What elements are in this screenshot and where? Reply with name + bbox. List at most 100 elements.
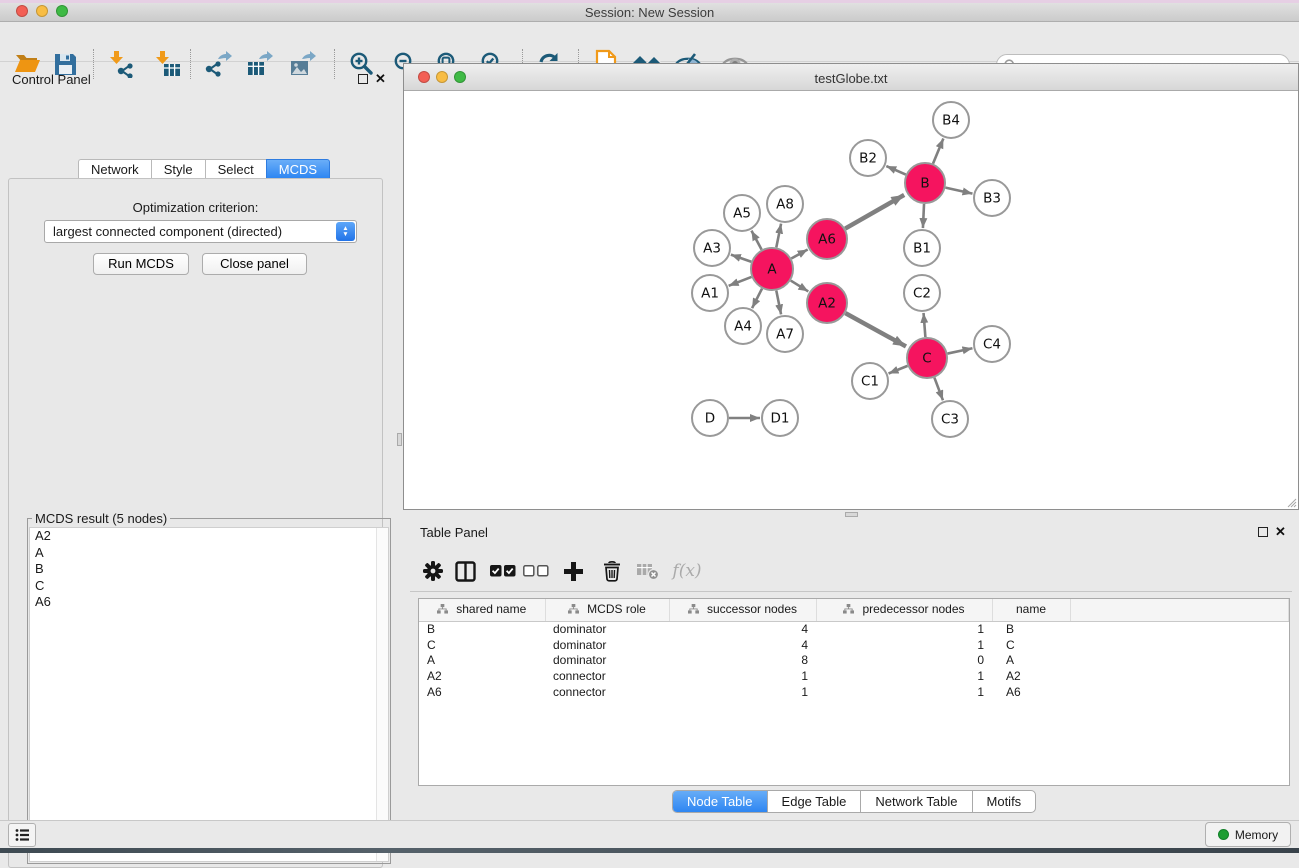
graph-node-label: B	[920, 176, 929, 192]
graph-edge-B-B1[interactable]	[923, 204, 924, 228]
resize-grip-icon[interactable]	[1285, 496, 1297, 508]
close-panel-icon[interactable]: ✕	[1275, 527, 1286, 537]
column-header-name[interactable]: name	[992, 599, 1070, 621]
graph-edge-B-B4[interactable]	[933, 138, 943, 163]
add-icon[interactable]	[558, 556, 588, 586]
mcds-result-group: MCDS result (5 nodes) A2ABCA6	[27, 518, 391, 864]
criterion-select[interactable]: largest connected component (directed) ▲…	[44, 220, 357, 243]
graph-edge-A-A3[interactable]	[731, 255, 751, 262]
vertical-splitter-handle[interactable]	[397, 433, 402, 446]
close-panel-button[interactable]: Close panel	[202, 253, 307, 275]
graph-node-label: A1	[701, 286, 719, 302]
memory-button[interactable]: Memory	[1205, 822, 1291, 847]
cell-MCDS-role: dominator	[545, 621, 669, 637]
network-view-title: testGlobe.txt	[404, 71, 1298, 86]
graph-edge-A-A2[interactable]	[791, 281, 809, 292]
graph-edge-B-B3[interactable]	[945, 188, 972, 194]
graph-node-label: D1	[771, 411, 790, 427]
tab-node-table[interactable]: Node Table	[673, 791, 768, 812]
table-row[interactable]: A2connector11A2	[419, 668, 1289, 684]
table-row[interactable]: Adominator80A	[419, 652, 1289, 668]
cell-shared-name: C	[419, 637, 545, 653]
float-panel-icon[interactable]	[1258, 527, 1268, 537]
status-bar: Memory	[0, 820, 1299, 848]
tab-network[interactable]: Network	[78, 159, 151, 179]
function-builder-icon[interactable]: f(x)	[672, 556, 702, 586]
tab-network-table[interactable]: Network Table	[861, 791, 972, 812]
gear-icon[interactable]	[418, 556, 448, 586]
tab-select[interactable]: Select	[205, 159, 266, 179]
graph-edge-A-A6[interactable]	[791, 250, 807, 259]
select-stepper-icon: ▲▼	[336, 222, 355, 241]
graph-edge-A6-B[interactable]	[845, 195, 904, 229]
table-row[interactable]: Cdominator41C	[419, 637, 1289, 653]
table-row[interactable]: Bdominator41B	[419, 621, 1289, 637]
column-header-shared-name[interactable]: shared name	[419, 599, 545, 621]
mcds-result-item[interactable]: C	[30, 578, 388, 595]
tab-mcds[interactable]: MCDS	[266, 159, 330, 179]
tab-style[interactable]: Style	[151, 159, 205, 179]
network-window-titlebar[interactable]: testGlobe.txt	[404, 64, 1298, 91]
memory-status-icon	[1218, 829, 1229, 840]
network-view-window: testGlobe.txt AA1A2A3A4A5A6A7A8BB1B2B3B4…	[403, 63, 1299, 510]
cell-predecessor-nodes: 1	[816, 668, 992, 684]
graph-edge-A-A4[interactable]	[752, 289, 762, 309]
cell-predecessor-nodes: 1	[816, 637, 992, 653]
cell-shared-name: A6	[419, 684, 545, 700]
graph-edge-A-A7[interactable]	[776, 291, 781, 315]
app-titlebar: Session: New Session	[0, 0, 1299, 22]
graph-edge-A-A5[interactable]	[751, 231, 761, 250]
task-history-button[interactable]	[8, 823, 36, 847]
mcds-result-item[interactable]: A	[30, 545, 388, 562]
memory-label: Memory	[1235, 828, 1278, 842]
float-panel-icon[interactable]	[358, 74, 368, 84]
run-mcds-button[interactable]: Run MCDS	[93, 253, 189, 275]
column-header-predecessor-nodes[interactable]: predecessor nodes	[816, 599, 992, 621]
columns-icon[interactable]	[450, 556, 480, 586]
criterion-value: largest connected component (directed)	[53, 224, 282, 239]
delete-icon[interactable]	[597, 556, 627, 586]
select-all-icon[interactable]	[488, 556, 518, 586]
cell-MCDS-role: connector	[545, 684, 669, 700]
desktop-background	[0, 848, 1299, 853]
tab-edge-table[interactable]: Edge Table	[768, 791, 862, 812]
graph-node-label: C1	[861, 374, 879, 390]
tab-motifs[interactable]: Motifs	[973, 791, 1036, 812]
graph-node-label: C4	[983, 337, 1001, 353]
table-header-row[interactable]: shared nameMCDS rolesuccessor nodesprede…	[419, 599, 1289, 621]
table-row[interactable]: A6connector11A6	[419, 684, 1289, 700]
mcds-result-item[interactable]: A2	[30, 528, 388, 545]
mcds-result-item[interactable]: B	[30, 561, 388, 578]
graph-node-label: B4	[942, 113, 960, 129]
column-header-MCDS-role[interactable]: MCDS role	[545, 599, 669, 621]
graph-edge-C-C1[interactable]	[889, 366, 908, 374]
node-table[interactable]: shared nameMCDS rolesuccessor nodesprede…	[418, 598, 1290, 786]
graph-edge-B-B2[interactable]	[886, 166, 905, 175]
cell-successor-nodes: 4	[669, 621, 816, 637]
cell-shared-name: A	[419, 652, 545, 668]
deselect-all-icon[interactable]	[521, 556, 551, 586]
graph-node-label: A3	[703, 241, 721, 257]
graph-edge-C-C4[interactable]	[948, 348, 973, 353]
cell-MCDS-role: connector	[545, 668, 669, 684]
fx-label: f(x)	[672, 561, 701, 581]
graph-edge-C-C3[interactable]	[934, 378, 943, 401]
network-canvas[interactable]: AA1A2A3A4A5A6A7A8BB1B2B3B4CC1C2C3C4DD1	[404, 91, 1298, 509]
graph-node-label: A6	[818, 232, 836, 248]
mcds-result-item[interactable]: A6	[30, 594, 388, 611]
graph-edge-A-A1[interactable]	[729, 277, 752, 286]
scrollbar[interactable]	[376, 528, 388, 861]
cell-predecessor-nodes: 1	[816, 621, 992, 637]
horizontal-splitter-handle[interactable]	[845, 512, 858, 517]
close-panel-icon[interactable]: ✕	[375, 74, 386, 84]
mcds-result-list[interactable]: A2ABCA6	[29, 527, 389, 862]
delete-table-icon[interactable]	[633, 556, 663, 586]
control-panel-tabs: NetworkStyleSelectMCDS	[78, 159, 330, 179]
desktop-edge	[0, 0, 1299, 3]
graph-edge-A2-C[interactable]	[845, 313, 906, 346]
list-icon	[15, 828, 29, 842]
graph-edge-A-A8[interactable]	[776, 224, 781, 248]
graph-edge-C-C2[interactable]	[924, 313, 926, 337]
graph-node-label: B2	[859, 151, 877, 167]
column-header-successor-nodes[interactable]: successor nodes	[669, 599, 816, 621]
